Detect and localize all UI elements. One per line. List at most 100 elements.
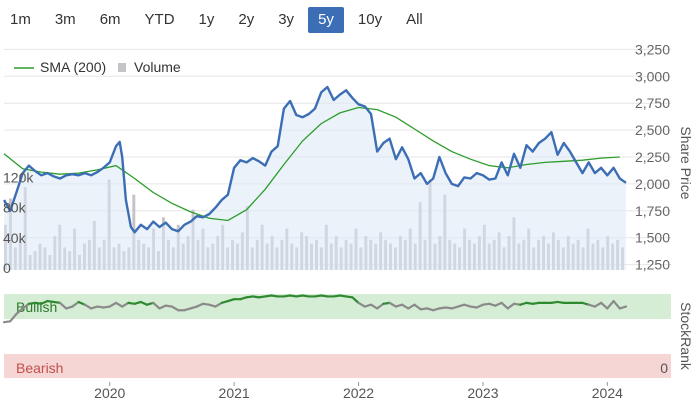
stockrank-segment (208, 303, 217, 308)
volume-bar (221, 224, 225, 270)
volume-bar (305, 236, 309, 270)
stockrank-segment (506, 302, 516, 310)
volume-bar (344, 239, 348, 270)
range-button-1m[interactable]: 1m (0, 7, 41, 33)
volume-bar (339, 247, 343, 270)
range-button-3y[interactable]: 3y (268, 7, 304, 33)
stockrank-segment (512, 302, 522, 306)
price-line (2, 85, 627, 234)
volume-bar (477, 236, 481, 270)
volume-bar (122, 251, 126, 270)
stockrank-segment (27, 301, 37, 305)
stockrank-segment (220, 299, 230, 304)
stockrank-segment (612, 299, 621, 310)
volume-bar (586, 228, 590, 270)
stockrank-segment (158, 304, 167, 310)
legend-volume-label[interactable]: Volume (134, 59, 181, 75)
volume-bar (23, 187, 27, 270)
volume-bar (132, 194, 136, 270)
volume-bar (482, 224, 486, 270)
volume-bar (369, 239, 373, 270)
volume-bar (472, 243, 476, 270)
stockrank-segment (600, 301, 609, 310)
range-button-3m[interactable]: 3m (45, 7, 86, 33)
volume-bar (43, 247, 47, 270)
range-button-all[interactable]: All (396, 7, 433, 33)
volume-bar (255, 239, 259, 270)
stockrank-segment (500, 301, 509, 310)
volume-bar (556, 239, 560, 270)
stockrank-segment (33, 301, 43, 305)
stockrank-segment (295, 294, 304, 298)
volume-bar (349, 243, 353, 270)
volume-bar (463, 228, 467, 270)
price-tick-label: 3,250 (635, 41, 670, 57)
volume-bar (601, 247, 605, 270)
stockrank-segment (618, 305, 628, 310)
volume-bar (497, 232, 501, 270)
volume-bar (418, 202, 422, 270)
volume-bar (137, 239, 141, 270)
stockrank-segment (463, 303, 472, 308)
stockrank-segment (425, 307, 435, 312)
volume-bar (92, 221, 96, 270)
stockrank-segment (450, 305, 460, 310)
volume-bar (310, 243, 313, 270)
stockrank-segment (164, 304, 174, 308)
volume-bar (354, 228, 358, 270)
legend[interactable]: SMA (200) Volume (14, 59, 181, 75)
stockrank-segment (139, 300, 149, 306)
stockrank-segment (369, 303, 379, 310)
volume-bar (532, 247, 536, 270)
x-tick-label: 2022 (343, 385, 374, 400)
stockrank-segment (556, 300, 565, 304)
volume-bar (329, 243, 333, 270)
volume-bar (171, 247, 175, 270)
volume-bar (561, 247, 565, 270)
range-button-ytd[interactable]: YTD (135, 7, 185, 33)
volume-bar (161, 217, 165, 270)
range-button-6m[interactable]: 6m (90, 7, 131, 33)
range-button-2y[interactable]: 2y (228, 7, 264, 33)
volume-bar (606, 236, 610, 270)
volume-bar (542, 236, 546, 270)
stockrank-segment (83, 303, 93, 310)
stockrank-segment (438, 306, 447, 310)
volume-bar (157, 251, 160, 270)
range-button-5y[interactable]: 5y (308, 7, 344, 33)
price-tick-label: 1,750 (635, 203, 670, 219)
volume-bar (78, 254, 81, 270)
stockrank-segment (145, 301, 155, 306)
bearish-band (4, 354, 671, 378)
volume-tick-label: 40k (3, 230, 27, 246)
volume-bar (433, 243, 437, 270)
range-button-1y[interactable]: 1y (189, 7, 225, 33)
volume-bar (389, 243, 392, 270)
stockrank-segment (46, 299, 55, 304)
volume-bar (374, 243, 378, 270)
stockrank-segment (152, 301, 161, 310)
price-tick-label: 1,500 (635, 230, 670, 246)
stockrank-segment (245, 295, 254, 299)
stockrank-segment (195, 302, 205, 308)
legend-sma-label[interactable]: SMA (200) (40, 59, 106, 75)
volume-bar (53, 236, 57, 270)
bearish-value: 0 (660, 360, 668, 376)
volume-bar (196, 239, 200, 270)
volume-bar (527, 228, 531, 270)
volume-bar (290, 243, 294, 270)
stockrank-segment (444, 306, 453, 310)
volume-bar (231, 239, 235, 270)
price-tick-label: 2,000 (635, 176, 670, 192)
volume-bar (166, 239, 170, 270)
volume-bar (384, 239, 388, 270)
volume-bar (300, 232, 304, 270)
stockrank-segment (525, 301, 534, 305)
stockrank-segment (332, 294, 341, 298)
volume-bar (97, 247, 101, 270)
volume-bar (186, 236, 190, 270)
range-button-10y[interactable]: 10y (348, 7, 392, 33)
volume-bar (393, 247, 397, 270)
stockrank-segment (388, 301, 397, 308)
stockrank-segment (127, 301, 136, 305)
